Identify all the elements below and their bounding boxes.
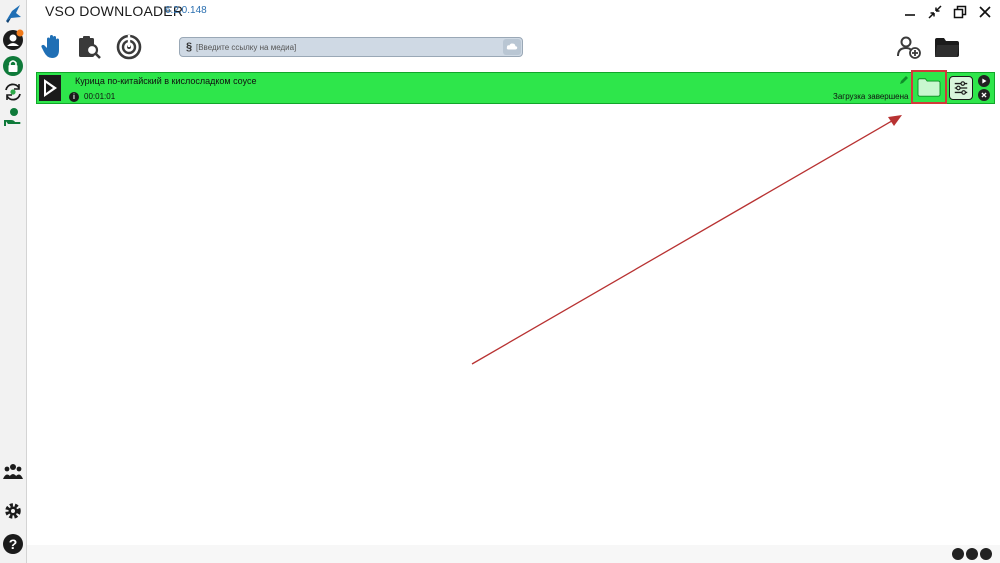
settings-button[interactable] — [949, 76, 973, 100]
info-icon[interactable]: i — [69, 92, 79, 102]
app-title: VSO DOWNLOADER — [45, 3, 184, 19]
left-sidebar: ? — [0, 0, 27, 563]
compact-button[interactable] — [923, 1, 947, 23]
remove-button[interactable] — [978, 89, 990, 101]
download-duration: 00:01:01 — [84, 92, 116, 101]
play-icon — [44, 79, 57, 97]
lock-icon[interactable] — [2, 55, 24, 77]
user-badge-icon[interactable] — [2, 29, 24, 51]
close-icon — [979, 6, 991, 18]
hand-coin-icon[interactable] — [2, 106, 24, 128]
folder-icon[interactable] — [932, 32, 962, 62]
edit-icon[interactable] — [899, 75, 909, 85]
status-cloud-icon[interactable] — [952, 548, 964, 560]
play-small-icon — [982, 78, 987, 84]
status-menu-icon[interactable] — [980, 548, 992, 560]
radar-icon[interactable] — [114, 32, 144, 62]
hand-icon[interactable] — [38, 32, 68, 62]
url-submit-button[interactable] — [503, 39, 521, 55]
link-icon: § — [185, 41, 193, 53]
cloud-arrow-icon — [506, 43, 518, 50]
sliders-icon — [954, 81, 968, 95]
download-item[interactable]: Курица по-китайский в кисло­сладком соус… — [36, 70, 995, 104]
question-icon[interactable]: ? — [2, 533, 24, 555]
url-bar: § — [179, 37, 523, 57]
convert-icon[interactable] — [2, 81, 24, 103]
title-bar: VSO DOWNLOADER 6.2.0.148 — [27, 0, 1000, 24]
status-check-icon[interactable] — [966, 548, 978, 560]
app-version: 6.2.0.148 — [165, 5, 207, 16]
download-title: Курица по-китайский в кисло­сладком соус… — [75, 76, 257, 86]
svg-text:?: ? — [9, 536, 18, 552]
app-logo-icon[interactable] — [2, 3, 24, 25]
restore-icon — [953, 5, 967, 19]
play-button[interactable] — [978, 75, 990, 87]
clipboard-search-icon[interactable] — [74, 32, 104, 62]
folder-icon — [917, 78, 941, 97]
close-small-icon — [981, 92, 987, 98]
minimize-icon — [905, 14, 915, 16]
close-button[interactable] — [973, 1, 997, 23]
people-icon[interactable] — [2, 460, 24, 482]
status-bar — [27, 545, 1000, 563]
shrink-icon — [928, 5, 942, 19]
open-folder-button[interactable] — [911, 70, 947, 104]
download-status: Загрузка завершена — [833, 92, 909, 101]
add-user-icon[interactable] — [894, 32, 924, 62]
minimize-button[interactable] — [898, 1, 922, 23]
gear-icon[interactable] — [2, 500, 24, 522]
restore-button[interactable] — [948, 1, 972, 23]
video-thumbnail[interactable] — [39, 75, 61, 101]
toolbar: § — [27, 24, 1000, 68]
url-input[interactable] — [196, 40, 502, 54]
